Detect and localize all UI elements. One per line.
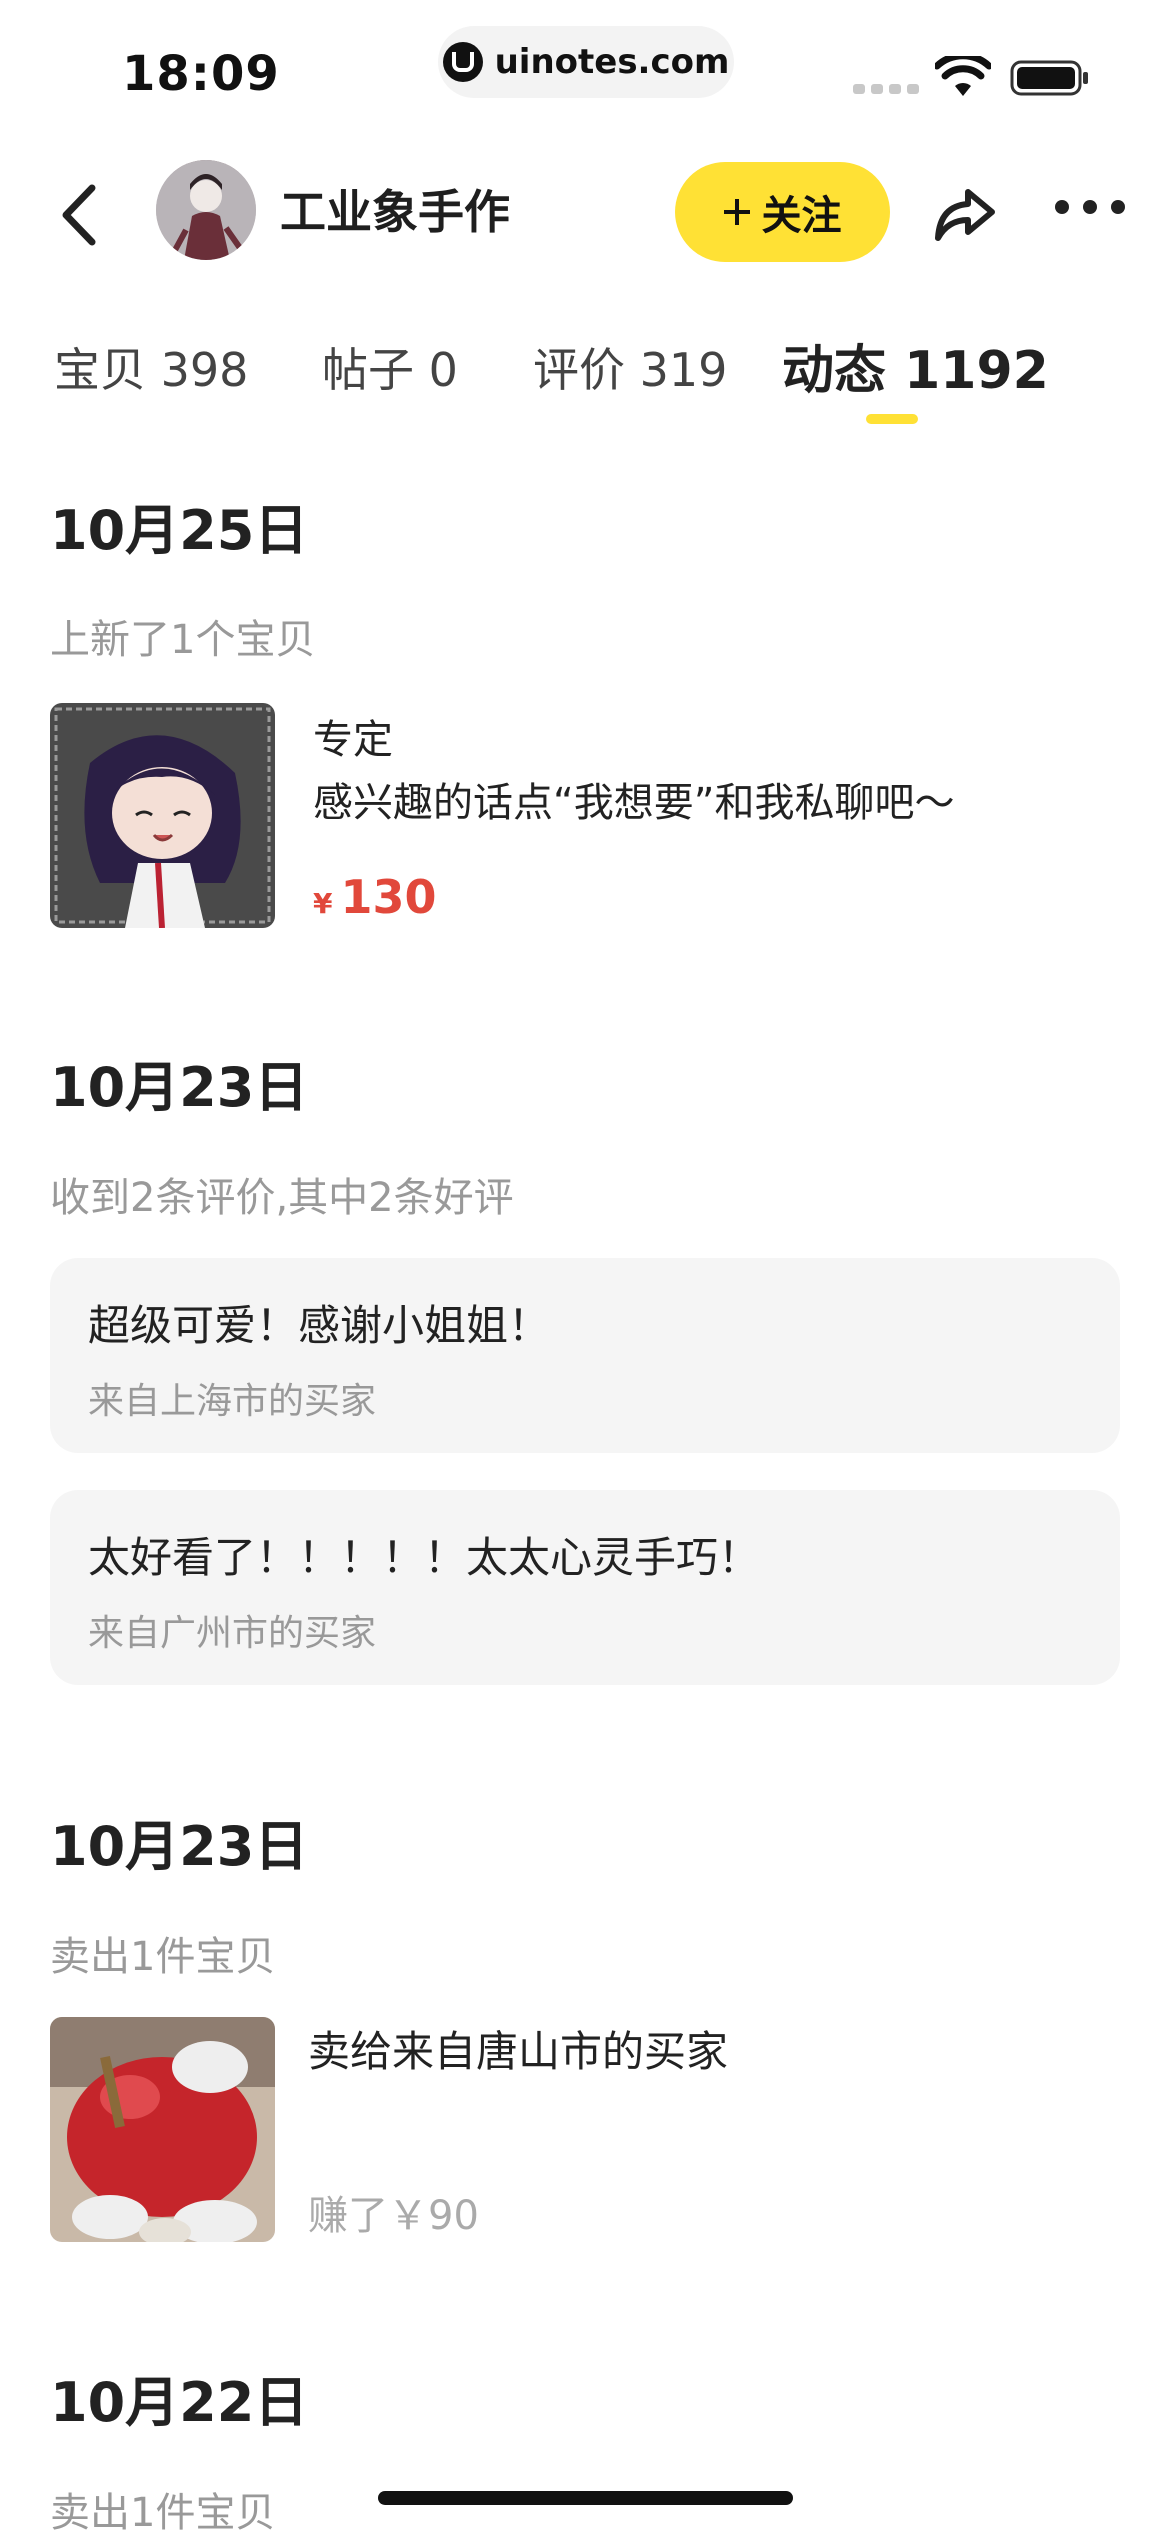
feed-date: 10月23日 bbox=[50, 1815, 309, 1878]
plus-icon bbox=[723, 199, 750, 225]
follow-label: 关注 bbox=[761, 194, 842, 238]
profile-tabs: 宝贝 398 帖子 0 评价 319 动态 1192 bbox=[0, 320, 1170, 430]
feed-event: 卖出1件宝贝 bbox=[50, 2490, 276, 2532]
tab-posts[interactable]: 帖子 0 bbox=[322, 334, 458, 400]
share-icon[interactable] bbox=[930, 178, 1000, 248]
wifi-icon bbox=[935, 56, 991, 96]
feed-event: 卖出1件宝贝 bbox=[50, 1934, 276, 1980]
price-value: 130 bbox=[340, 870, 437, 924]
review-source: 来自广州市的买家 bbox=[88, 1613, 377, 1654]
status-bar: 18:09 uinotes.com bbox=[0, 0, 1170, 150]
feed-date: 10月25日 bbox=[50, 499, 309, 562]
shop-name: 工业象手作 bbox=[280, 185, 510, 239]
feed-event: 上新了1个宝贝 bbox=[50, 617, 316, 663]
review-text: 太好看了！！！！！太太心灵手巧！ bbox=[88, 1533, 761, 1582]
more-options-icon[interactable] bbox=[1055, 200, 1125, 214]
sold-description: 卖给来自唐山市的买家 bbox=[308, 2027, 729, 2076]
status-time: 18:09 bbox=[122, 46, 280, 102]
sold-item-thumbnail[interactable] bbox=[50, 2017, 275, 2242]
url-pill[interactable]: uinotes.com bbox=[438, 26, 734, 98]
shop-header: 工业象手作 关注 bbox=[0, 150, 1170, 280]
feed-date: 10月23日 bbox=[50, 1056, 309, 1119]
tab-items[interactable]: 宝贝 398 bbox=[54, 334, 248, 400]
item-thumbnail[interactable] bbox=[50, 703, 275, 928]
site-logo-icon bbox=[442, 42, 483, 82]
feed-event: 收到2条评价,其中2条好评 bbox=[50, 1175, 514, 1221]
review-text: 超级可爱！感谢小姐姐！ bbox=[88, 1301, 551, 1350]
url-text: uinotes.com bbox=[494, 42, 730, 82]
item-title: 专定 bbox=[313, 717, 393, 763]
item-price: ¥ 130 bbox=[313, 870, 437, 924]
review-source: 来自上海市的买家 bbox=[88, 1381, 377, 1422]
feed-date: 10月22日 bbox=[50, 2371, 309, 2434]
active-tab-indicator bbox=[866, 414, 918, 424]
item-description: 感兴趣的话点“我想要”和我私聊吧～ bbox=[313, 780, 955, 826]
earned-amount: 赚了￥90 bbox=[308, 2193, 479, 2239]
price-currency: ¥ bbox=[313, 887, 333, 920]
review-card[interactable]: 太好看了！！！！！太太心灵手巧！ 来自广州市的买家 bbox=[50, 1490, 1120, 1685]
follow-button[interactable]: 关注 bbox=[675, 162, 890, 262]
tab-reviews[interactable]: 评价 319 bbox=[533, 334, 727, 400]
back-arrow-icon[interactable] bbox=[50, 170, 110, 260]
cellular-signal-icon bbox=[853, 84, 919, 94]
battery-icon bbox=[1010, 60, 1088, 96]
review-card[interactable]: 超级可爱！感谢小姐姐！ 来自上海市的买家 bbox=[50, 1258, 1120, 1453]
tab-activity[interactable]: 动态 1192 bbox=[782, 328, 1049, 403]
home-indicator[interactable] bbox=[378, 2491, 793, 2505]
shop-avatar[interactable] bbox=[156, 160, 256, 260]
